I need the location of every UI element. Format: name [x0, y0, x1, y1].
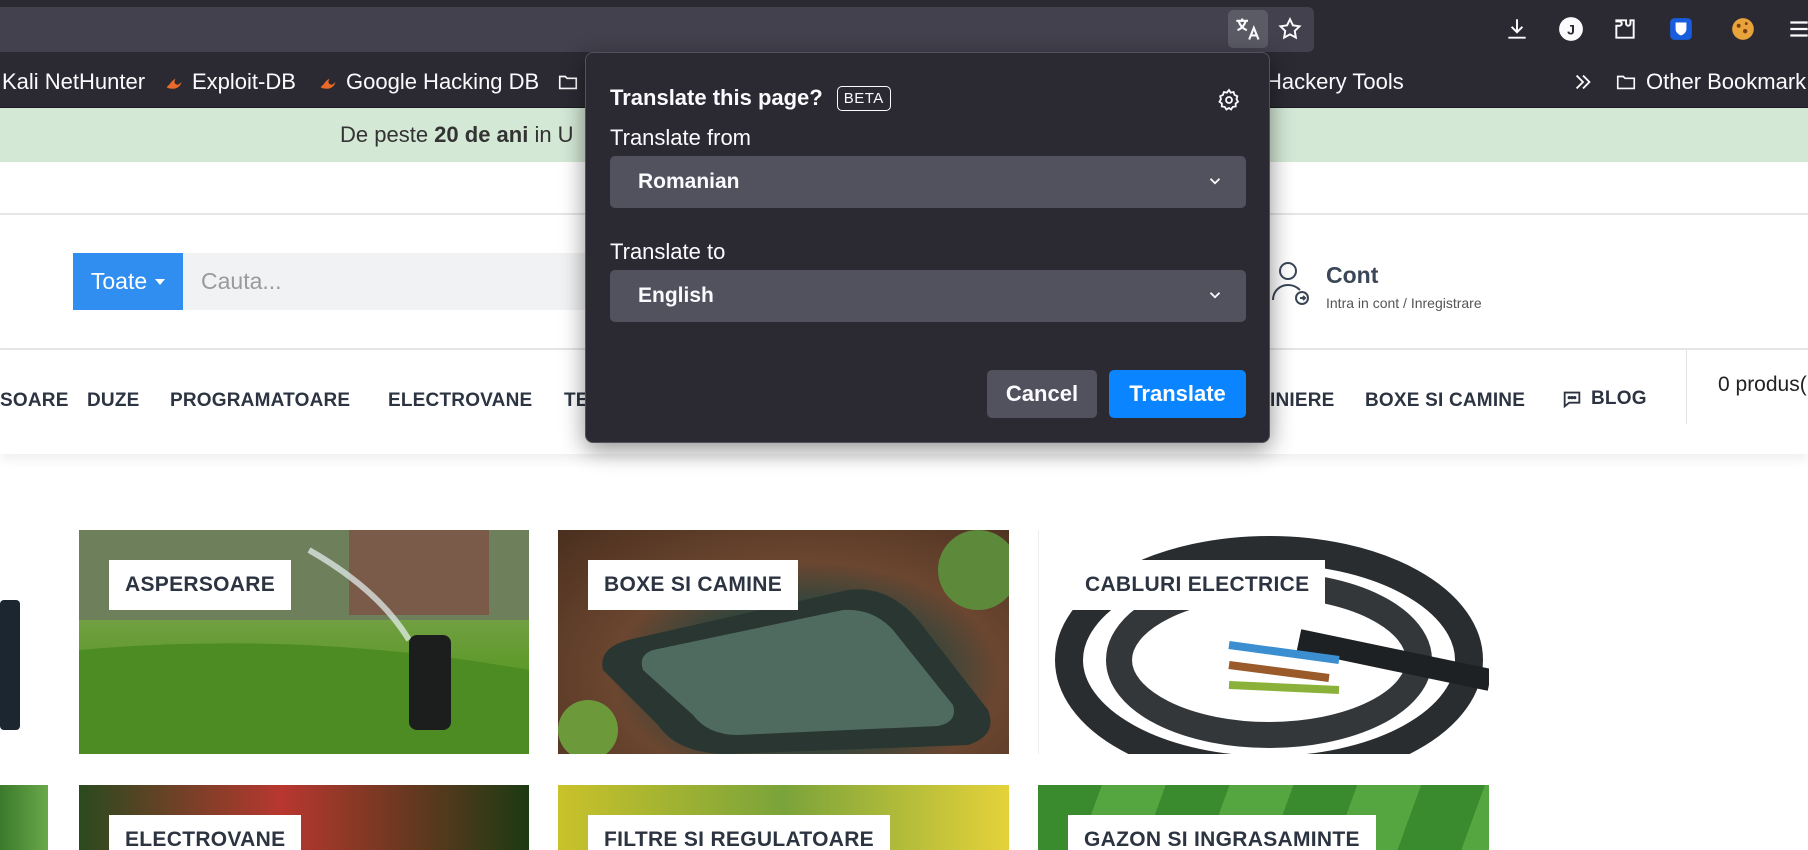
- bookmark-label: Exploit-DB: [192, 69, 296, 94]
- translate-icon[interactable]: [1228, 10, 1268, 48]
- search-input[interactable]: [183, 253, 603, 310]
- product-image: [0, 600, 20, 730]
- translate-from-select[interactable]: Romanian: [610, 156, 1246, 208]
- nav-item-boxe-si-camine[interactable]: BOXE SI CAMINE: [1365, 390, 1525, 412]
- translate-button[interactable]: Translate: [1109, 370, 1246, 418]
- settings-gear-icon[interactable]: [1212, 83, 1246, 117]
- category-label: CABLURI ELECTRICE: [1069, 560, 1326, 610]
- account-title: Cont: [1326, 262, 1379, 288]
- folder-icon: [1616, 75, 1636, 90]
- bookmarks-overflow-chevron-icon[interactable]: [1572, 56, 1594, 108]
- bookmark-google-hacking-db[interactable]: Google Hacking DB: [318, 56, 539, 108]
- menu-hamburger-icon[interactable]: [1782, 12, 1808, 46]
- account-link[interactable]: Cont Intra in cont / Inregistrare: [1270, 260, 1482, 311]
- nav-item-blog[interactable]: BLOG: [1561, 388, 1647, 410]
- category-tile-boxe-si-camine[interactable]: BOXE SI CAMINE: [558, 530, 1009, 754]
- translate-from-label: Translate from: [610, 125, 752, 150]
- category-tile-filtre-si-regulatoare[interactable]: FILTRE SI REGULATOARE: [558, 785, 1009, 850]
- category-label: BOXE SI CAMINE: [588, 560, 799, 610]
- chevron-down-icon: [1209, 292, 1221, 299]
- nav-item-iniere[interactable]: INIERE: [1270, 390, 1335, 412]
- nav-item-electrovane[interactable]: ELECTROVANE: [388, 390, 532, 412]
- account-subtitle: Intra in cont / Inregistrare: [1326, 295, 1482, 311]
- search-category-label: Toate: [90, 268, 148, 294]
- chat-bubble-icon: [1563, 391, 1581, 409]
- category-tile-electrovane[interactable]: ELECTROVANE: [79, 785, 529, 850]
- exploit-db-icon: [166, 78, 182, 89]
- account-avatar-icon[interactable]: J: [1554, 12, 1588, 46]
- category-label: GAZON SI INGRASAMINTE: [1068, 815, 1376, 850]
- promo-text-pre: De peste: [340, 122, 435, 147]
- bookmark-other-bookmarks[interactable]: Other Bookmark: [1614, 56, 1806, 108]
- category-label: FILTRE SI REGULATOARE: [588, 815, 890, 850]
- account-text: Cont Intra in cont / Inregistrare: [1326, 260, 1482, 311]
- bookmark-label: Other Bookmark: [1646, 69, 1807, 94]
- bookmark-label: Kali NetHunter: [2, 69, 146, 94]
- bookmark-folder[interactable]: [556, 56, 580, 108]
- bookmark-hackery-tools[interactable]: Hackery Tools: [1266, 56, 1404, 108]
- chevron-down-icon: [1209, 178, 1221, 185]
- cookie-extension-icon[interactable]: [1726, 12, 1760, 46]
- caret-down-icon: [155, 278, 166, 285]
- folder-icon: [558, 75, 578, 90]
- search-category-dropdown[interactable]: Toate: [73, 253, 183, 310]
- bookmark-star-icon[interactable]: [1270, 10, 1310, 48]
- nav-item-duze[interactable]: DUZE: [87, 390, 140, 412]
- user-icon: [1272, 262, 1309, 305]
- cancel-button[interactable]: Cancel: [987, 370, 1097, 418]
- cart-divider: [1686, 350, 1687, 424]
- promo-text-bold: 20 de ani: [434, 122, 529, 147]
- extensions-icon[interactable]: [1608, 12, 1642, 46]
- downloads-icon[interactable]: [1500, 12, 1534, 46]
- exploit-db-icon: [320, 78, 336, 89]
- nav-item-aspersoare[interactable]: SOARE: [0, 390, 69, 412]
- bookmark-kali-nethunter[interactable]: Kali NetHunter: [2, 56, 145, 108]
- category-label: ASPERSOARE: [109, 560, 292, 610]
- category-tile-gazon-si-ingrasaminte[interactable]: GAZON SI INGRASAMINTE: [1038, 785, 1489, 850]
- category-tile-partial[interactable]: [0, 530, 48, 754]
- translate-to-select[interactable]: English: [610, 270, 1246, 322]
- category-tile-cabluri-electrice[interactable]: CABLURI ELECTRICE: [1038, 530, 1489, 754]
- translate-to-value: English: [638, 284, 714, 307]
- popup-header: Translate this page? BETA: [610, 85, 891, 111]
- bookmark-label: Google Hacking DB: [346, 69, 540, 94]
- beta-badge: BETA: [836, 85, 891, 111]
- svg-text:J: J: [1567, 21, 1575, 37]
- cart-summary[interactable]: 0 produs(: [1718, 373, 1807, 397]
- browser-toolbar: J: [0, 0, 1808, 56]
- translate-popup: Translate this page? BETA Translate from…: [585, 52, 1270, 443]
- bitwarden-shield-icon[interactable]: [1664, 12, 1698, 46]
- translate-from-value: Romanian: [638, 170, 740, 193]
- popup-title: Translate this page?: [610, 85, 823, 110]
- category-tile-partial[interactable]: [0, 785, 48, 850]
- nav-item-blog-label: BLOG: [1591, 388, 1647, 409]
- category-label: ELECTROVANE: [109, 815, 302, 850]
- bookmark-label: Hackery Tools: [1266, 69, 1404, 94]
- nav-item-programatoare[interactable]: PROGRAMATOARE: [170, 390, 350, 412]
- translate-to-label: Translate to: [610, 239, 726, 264]
- promo-text-post: in U: [528, 122, 574, 147]
- url-bar[interactable]: [0, 7, 1314, 52]
- promo-text: De peste 20 de ani in U: [340, 122, 574, 148]
- bookmark-exploit-db[interactable]: Exploit-DB: [164, 56, 296, 108]
- category-tile-aspersoare[interactable]: ASPERSOARE: [79, 530, 529, 754]
